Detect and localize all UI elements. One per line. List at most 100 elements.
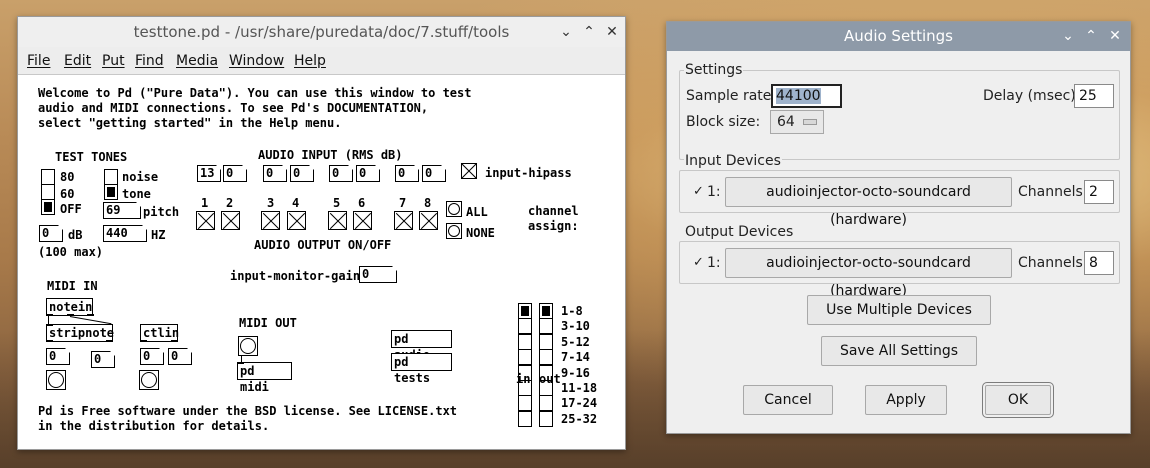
check-icon: ✓ xyxy=(693,184,704,199)
rms-meter-8[interactable]: 0 xyxy=(422,165,446,182)
channel-in-radio[interactable] xyxy=(518,395,532,412)
channel-in-radio[interactable] xyxy=(518,349,532,366)
level-radio-off[interactable] xyxy=(41,199,55,215)
pd-midi-object[interactable]: pd midi xyxy=(237,362,292,394)
rms-meter-4[interactable]: 0 xyxy=(290,165,314,182)
note-bang[interactable] xyxy=(46,370,66,390)
output-toggle-7[interactable] xyxy=(394,211,413,230)
sample-rate-input[interactable]: 44100 xyxy=(771,84,842,108)
minimize-icon[interactable]: ⌄ xyxy=(556,22,576,42)
monitor-gain-number[interactable]: 0 xyxy=(359,266,397,283)
channel-in-radio[interactable] xyxy=(518,303,532,319)
rms-meter-3[interactable]: 0 xyxy=(263,165,287,182)
dialog-title: Audio Settings xyxy=(844,27,953,45)
channel-out-radio[interactable] xyxy=(539,349,553,366)
midi-out-message[interactable] xyxy=(238,336,258,356)
apply-button[interactable]: Apply xyxy=(865,385,947,415)
input-channels-label: Channels: xyxy=(1018,184,1088,200)
maximize-icon[interactable]: ⌃ xyxy=(1081,26,1101,46)
menu-file[interactable]: File xyxy=(27,53,50,69)
menu-find[interactable]: Find xyxy=(135,53,164,69)
output-toggle-1[interactable] xyxy=(196,211,215,230)
level-radio-60[interactable] xyxy=(41,184,55,200)
wire-notein-stripnote xyxy=(48,316,49,324)
output-toggle-4[interactable] xyxy=(287,211,306,230)
ctl-number-1[interactable]: 0 xyxy=(140,348,164,365)
ctl-number-2[interactable]: 0 xyxy=(168,348,192,365)
rms-meter-5[interactable]: 0 xyxy=(329,165,353,182)
channel-range-label: 5-12 xyxy=(561,334,590,349)
none-bang[interactable] xyxy=(446,223,462,239)
rms-meter-2[interactable]: 0 xyxy=(223,165,247,182)
channel-out-radio[interactable] xyxy=(539,395,553,412)
delay-input[interactable]: 25 xyxy=(1074,84,1114,108)
input-channels-input[interactable]: 2 xyxy=(1084,180,1114,204)
none-label: NONE xyxy=(466,226,495,240)
channel-out-radio[interactable] xyxy=(539,318,553,335)
output-toggle-6[interactable] xyxy=(353,211,372,230)
menu-edit[interactable]: Edit xyxy=(64,53,91,69)
note-number-2[interactable]: 0 xyxy=(91,351,115,368)
in-label: in xyxy=(516,372,531,386)
level-60-label: 60 xyxy=(60,187,75,201)
use-multiple-devices-button[interactable]: Use Multiple Devices xyxy=(807,295,991,325)
ok-button[interactable]: OK xyxy=(982,382,1054,418)
close-icon[interactable]: ✕ xyxy=(1105,26,1125,46)
ctlin-text: ctlin xyxy=(143,326,180,340)
rms-meter-6[interactable]: 0 xyxy=(356,165,380,182)
db-number[interactable]: 0 xyxy=(39,225,63,242)
rms-meter-7[interactable]: 0 xyxy=(395,165,419,182)
input-device-button[interactable]: audioinjector-octo-soundcard (hardware) xyxy=(725,177,1012,228)
input-device-index: 1: xyxy=(707,184,721,200)
ctlin-object[interactable]: ctlin xyxy=(140,324,180,342)
output-device-checkbox[interactable]: ✓ xyxy=(693,255,704,270)
rms-meter-1[interactable]: 13 xyxy=(197,165,221,182)
all-bang[interactable] xyxy=(446,201,462,217)
menu-media[interactable]: Media xyxy=(176,53,218,69)
pitch-label: pitch xyxy=(143,205,180,219)
out-ch-6-label: 6 xyxy=(358,196,366,210)
output-channels-input[interactable]: 8 xyxy=(1084,251,1114,275)
ctl-bang[interactable] xyxy=(139,370,159,390)
notein-object[interactable]: notein xyxy=(46,298,94,316)
pd-canvas[interactable]: Welcome to Pd ("Pure Data"). You can use… xyxy=(18,75,625,449)
dialog-titlebar[interactable]: Audio Settings ⌄ ⌃ ✕ xyxy=(667,22,1130,51)
output-toggle-2[interactable] xyxy=(221,211,240,230)
channel-in-radio[interactable] xyxy=(518,410,532,427)
channel-out-radio[interactable] xyxy=(539,410,553,427)
menu-put[interactable]: Put xyxy=(102,53,125,69)
channel-range-label: 11-18 xyxy=(561,381,598,395)
stripnote-object[interactable]: stripnote xyxy=(46,324,114,342)
pd-tests-subpatch[interactable]: pd tests xyxy=(391,353,452,385)
channel-range-label: 7-14 xyxy=(561,350,590,365)
output-toggle-8[interactable] xyxy=(419,211,438,230)
note-number-1[interactable]: 0 xyxy=(46,348,70,365)
pitch-number[interactable]: 69 xyxy=(103,202,141,219)
out-ch-4-label: 4 xyxy=(292,196,300,210)
hz-number[interactable]: 440 xyxy=(103,225,147,242)
close-icon[interactable]: ✕ xyxy=(602,22,622,42)
pd-audio-subpatch[interactable]: pd audio xyxy=(391,330,452,362)
block-size-menu[interactable]: 64 xyxy=(770,110,824,134)
menu-help[interactable]: Help xyxy=(294,53,326,69)
output-device-button[interactable]: audioinjector-octo-soundcard (hardware) xyxy=(725,248,1012,299)
cancel-button[interactable]: Cancel xyxy=(743,385,833,415)
channel-out-radio[interactable] xyxy=(539,333,553,350)
input-hipass-toggle[interactable] xyxy=(461,163,477,179)
pd-titlebar[interactable]: testtone.pd - /usr/share/puredata/doc/7.… xyxy=(18,17,625,47)
channel-out-radio[interactable] xyxy=(539,303,553,319)
channel-in-radio[interactable] xyxy=(518,333,532,350)
minimize-icon[interactable]: ⌄ xyxy=(1058,26,1078,46)
output-toggle-5[interactable] xyxy=(328,211,347,230)
pd-tests-text: pd tests xyxy=(394,355,431,385)
level-radio-80[interactable] xyxy=(41,169,55,185)
maximize-icon[interactable]: ⌃ xyxy=(579,22,599,42)
menu-window[interactable]: Window xyxy=(229,53,284,69)
channel-in-radio[interactable] xyxy=(518,318,532,335)
input-device-checkbox[interactable]: ✓ xyxy=(693,184,704,199)
save-all-settings-button[interactable]: Save All Settings xyxy=(821,336,977,366)
out-ch-5-label: 5 xyxy=(333,196,341,210)
noise-radio[interactable] xyxy=(104,169,118,185)
output-toggle-3[interactable] xyxy=(261,211,280,230)
tone-radio[interactable] xyxy=(104,184,118,200)
